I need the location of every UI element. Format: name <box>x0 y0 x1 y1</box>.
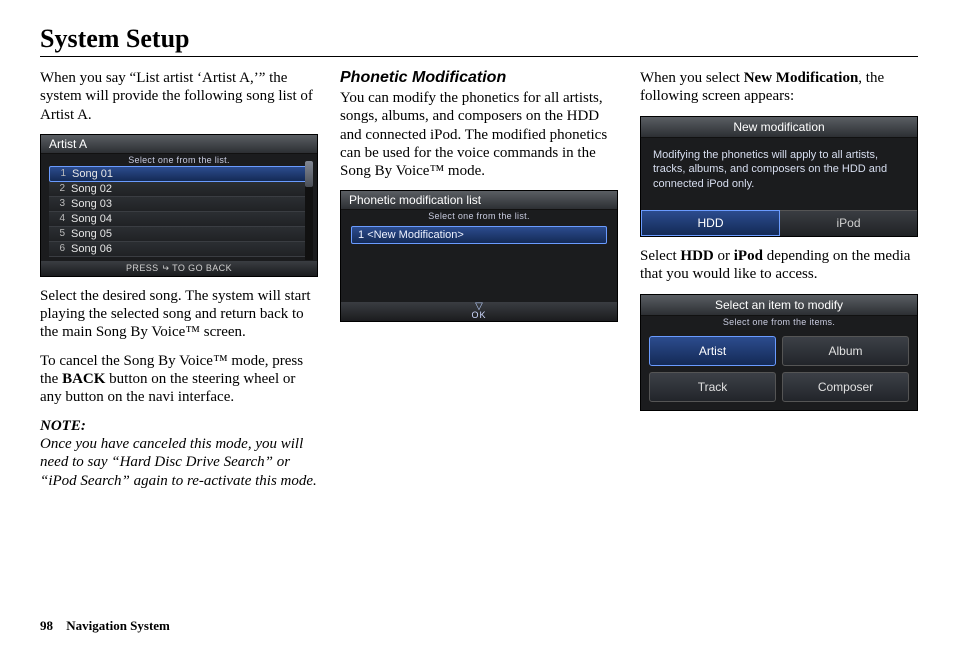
song-row-1[interactable]: 1 Song 01 <box>49 166 309 182</box>
song-num: 3 <box>51 198 65 209</box>
page-number: 98 <box>40 618 53 633</box>
song-label: Song 03 <box>71 198 112 210</box>
song-row-4[interactable]: 4 Song 04 <box>49 212 309 227</box>
song-label: Song 01 <box>72 168 113 180</box>
storage-tab-row: HDD iPod <box>641 210 917 236</box>
song-label: Song 05 <box>71 228 112 240</box>
phonetic-heading: Phonetic Modification <box>340 69 618 87</box>
song-row-5[interactable]: 5 Song 05 <box>49 227 309 242</box>
ok-footer[interactable]: ▽ OK <box>341 302 617 321</box>
phonetic-empty-area <box>341 258 617 302</box>
col1-p2: Select the desired song. The system will… <box>40 287 318 342</box>
song-label: Song 06 <box>71 243 112 255</box>
footer-post: TO GO BACK <box>169 263 232 273</box>
phonetic-instruct: Select one from the list. <box>341 210 617 222</box>
new-modification-frame: New modification Modifying the phonetics… <box>640 116 918 238</box>
footer-pre: PRESS <box>126 263 161 273</box>
selectitem-instruct: Select one from the items. <box>641 316 917 328</box>
item-artist[interactable]: Artist <box>649 336 776 366</box>
song-row-6[interactable]: 6 Song 06 <box>49 242 309 257</box>
select-item-frame: Select an item to modify Select one from… <box>640 294 918 411</box>
song-num: 2 <box>51 183 65 194</box>
col3-p1: When you select New Modification, the fo… <box>640 69 918 106</box>
song-label: Song 04 <box>71 213 112 225</box>
newmod-title: New modification <box>641 117 917 138</box>
p1-bold: New Modification <box>744 70 859 86</box>
p1-pre: When you select <box>640 70 744 86</box>
column-1: When you say “List artist ‘Artist A,’” t… <box>40 69 318 500</box>
scroll-track[interactable] <box>305 161 313 260</box>
phonetic-frame: Phonetic modification list Select one fr… <box>340 190 618 322</box>
song-row-2[interactable]: 2 Song 02 <box>49 182 309 197</box>
song-label: Song 02 <box>71 183 112 195</box>
p2-pre: Select <box>640 248 680 264</box>
tab-ipod[interactable]: iPod <box>780 210 917 236</box>
tab-hdd[interactable]: HDD <box>641 210 780 236</box>
song-num: 6 <box>51 243 65 254</box>
artist-list-footer: PRESS ↵ TO GO BACK <box>41 261 317 276</box>
p3-bold: BACK <box>62 371 105 387</box>
artist-list-frame: Artist A Select one from the list. 1 Son… <box>40 134 318 277</box>
p2-mid: or <box>714 248 734 264</box>
song-num: 4 <box>51 213 65 224</box>
item-composer[interactable]: Composer <box>782 372 909 402</box>
back-icon: ↵ <box>161 263 169 274</box>
song-num: 1 <box>52 168 66 179</box>
phonetic-title: Phonetic modification list <box>341 191 617 210</box>
col1-intro: When you say “List artist ‘Artist A,’” t… <box>40 69 318 124</box>
page-section: Navigation System <box>66 618 170 633</box>
ok-label: OK <box>341 311 617 319</box>
col2-p1: You can modify the phonetics for all art… <box>340 89 618 180</box>
item-track[interactable]: Track <box>649 372 776 402</box>
phon-row-label: <New Modification> <box>367 229 464 241</box>
page-footer: 98 Navigation System <box>40 618 170 634</box>
selectitem-title: Select an item to modify <box>641 295 917 316</box>
note-label: NOTE: <box>40 418 86 434</box>
item-grid: Artist Album Track Composer <box>641 328 917 410</box>
content-columns: When you say “List artist ‘Artist A,’” t… <box>40 69 918 500</box>
column-3: When you select New Modification, the fo… <box>640 69 918 500</box>
col1-p3: To cancel the Song By Voice™ mode, press… <box>40 352 318 407</box>
page-title: System Setup <box>40 24 918 57</box>
note-body: Once you have canceled this mode, you wi… <box>40 436 317 489</box>
p2-b1: HDD <box>680 248 713 264</box>
artist-list-title: Artist A <box>41 135 317 154</box>
song-row-3[interactable]: 3 Song 03 <box>49 197 309 212</box>
phon-row-num: 1 <box>358 229 364 241</box>
song-list: 1 Song 01 2 Song 02 3 Song 03 4 Song 04 … <box>41 166 317 261</box>
p2-b2: iPod <box>734 248 763 264</box>
col3-p2: Select HDD or iPod depending on the medi… <box>640 247 918 284</box>
artist-list-instruct: Select one from the list. <box>41 154 317 166</box>
newmod-info: Modifying the phonetics will apply to al… <box>641 138 917 211</box>
new-modification-row[interactable]: 1 <New Modification> <box>351 226 607 244</box>
song-num: 5 <box>51 228 65 239</box>
scroll-thumb[interactable] <box>305 161 313 187</box>
item-album[interactable]: Album <box>782 336 909 366</box>
col1-note: NOTE: Once you have canceled this mode, … <box>40 417 318 490</box>
column-2: Phonetic Modification You can modify the… <box>340 69 618 500</box>
